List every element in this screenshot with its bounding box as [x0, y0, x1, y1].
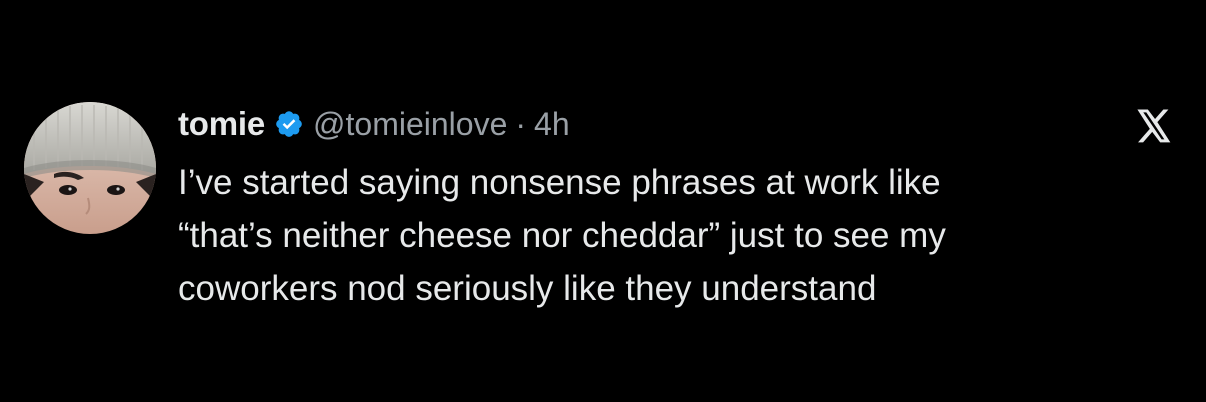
- tweet-card: tomie @tomieinlove · 4h I’ve started say…: [0, 0, 1206, 402]
- x-logo-icon[interactable]: [1136, 109, 1172, 143]
- handle[interactable]: @tomieinlove: [313, 106, 507, 143]
- tweet-text-line: coworkers nod seriously like they unders…: [178, 269, 877, 308]
- display-name[interactable]: tomie: [178, 105, 265, 143]
- tweet-content: tomie @tomieinlove · 4h I’ve started say…: [178, 102, 1178, 315]
- timestamp[interactable]: 4h: [534, 106, 570, 143]
- verified-badge-icon: [274, 109, 304, 139]
- separator-dot: ·: [515, 105, 527, 142]
- avatar-image: [24, 102, 156, 234]
- tweet-text-line: I’ve started saying nonsense phrases at …: [178, 163, 941, 202]
- avatar[interactable]: [24, 102, 156, 234]
- tweet-text: I’ve started saying nonsense phrases at …: [178, 156, 1178, 315]
- tweet-header: tomie @tomieinlove · 4h: [178, 102, 1178, 146]
- tweet-text-line: “that’s neither cheese nor cheddar” just…: [178, 216, 946, 255]
